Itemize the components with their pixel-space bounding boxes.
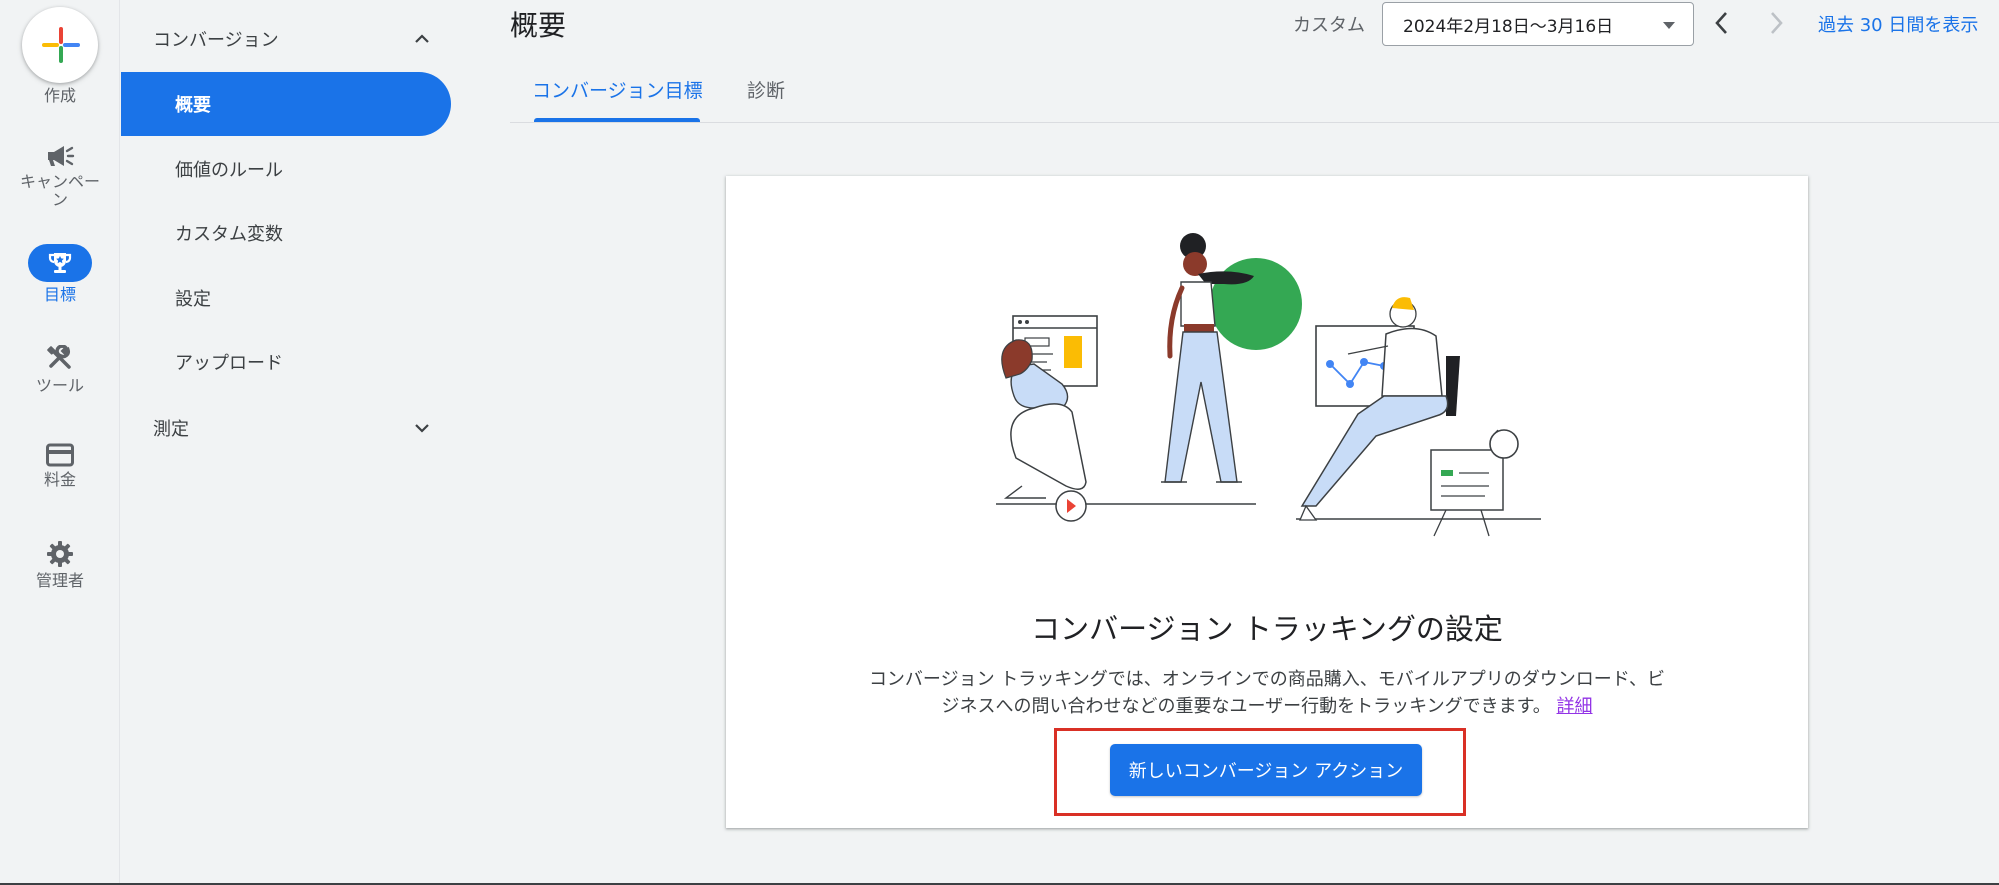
secondary-nav: コンバージョン 概要 価値のルール カスタム変数 設定 アップロード 測定	[121, 0, 451, 885]
rail-item-label: 目標	[43, 285, 76, 304]
nav-item-value-rules[interactable]: 価値のルール	[121, 137, 451, 201]
new-conversion-action-button[interactable]: 新しいコンバージョン アクション	[1110, 744, 1422, 796]
rail-item-tools[interactable]: ツール	[0, 345, 120, 395]
nav-group-conversions[interactable]: コンバージョン	[121, 14, 451, 64]
date-range-value: 2024年2月18日〜3月16日	[1403, 16, 1614, 37]
tools-icon	[47, 345, 71, 369]
nav-item-label: 概要	[175, 95, 211, 116]
tab-conversion-goals[interactable]: コンバージョン目標	[532, 76, 703, 103]
nav-group-label: コンバージョン	[153, 30, 279, 51]
megaphone-icon	[48, 146, 75, 166]
page-title: 概要	[510, 9, 567, 42]
nav-item-settings[interactable]: 設定	[121, 266, 451, 330]
rail-item-billing[interactable]: 料金	[0, 443, 120, 489]
nav-item-custom-variables[interactable]: カスタム変数	[121, 201, 451, 265]
nav-group-label: 測定	[153, 419, 189, 440]
rail-item-campaigns[interactable]: キャンペーン	[0, 143, 120, 209]
nav-item-overview[interactable]: 概要	[121, 72, 451, 136]
date-range-select[interactable]: 2024年2月18日〜3月16日	[1382, 2, 1694, 46]
chevron-down-icon	[415, 424, 429, 433]
chevron-right-icon[interactable]	[1764, 9, 1788, 37]
dropdown-caret-icon	[1663, 22, 1675, 29]
chevron-left-icon[interactable]	[1710, 9, 1734, 37]
trophy-icon	[48, 253, 72, 273]
rail-item-label: 料金	[43, 470, 76, 489]
credit-card-icon	[46, 443, 74, 467]
nav-item-label: 設定	[175, 289, 211, 310]
left-rail: 作成 キャンペーン 目標 ツール 料金 管理者	[0, 0, 120, 885]
card-description-line1: コンバージョン トラッキングでは、オンラインでの商品購入、モバイルアプリのダウン…	[868, 669, 1666, 690]
rail-item-admin[interactable]: 管理者	[0, 540, 120, 590]
nav-item-uploads[interactable]: アップロード	[121, 330, 451, 394]
card-description: コンバージョン トラッキングでは、オンラインでの商品購入、モバイルアプリのダウン…	[831, 666, 1703, 720]
nav-item-label: カスタム変数	[175, 224, 283, 245]
rail-item-label: 管理者	[35, 571, 84, 590]
nav-item-label: 価値のルール	[175, 160, 283, 181]
nav-group-measurement[interactable]: 測定	[121, 403, 451, 453]
show-last-30-days-link[interactable]: 過去 30 日間を表示	[1818, 11, 1978, 37]
nav-item-label: アップロード	[175, 353, 283, 374]
rail-active-pill	[28, 244, 92, 282]
chevron-up-icon	[415, 34, 429, 43]
create-label: 作成	[43, 86, 76, 105]
tabs-divider	[510, 122, 1999, 123]
rail-item-label: キャンペーン	[19, 172, 100, 209]
card-description-line2: ジネスへの問い合わせなどの重要なユーザー行動をトラッキングできます。	[941, 696, 1551, 717]
rail-item-goals[interactable]: 目標	[0, 244, 120, 304]
tab-diagnostics[interactable]: 診断	[747, 76, 785, 103]
rail-item-label: ツール	[35, 376, 84, 395]
gear-icon	[47, 541, 73, 567]
team-illustration	[996, 233, 1541, 537]
card-title: コンバージョン トラッキングの設定	[1031, 612, 1503, 646]
create-button[interactable]	[22, 7, 98, 83]
learn-more-link[interactable]: 詳細	[1557, 696, 1593, 717]
date-range-type-label: カスタム	[1293, 15, 1365, 36]
